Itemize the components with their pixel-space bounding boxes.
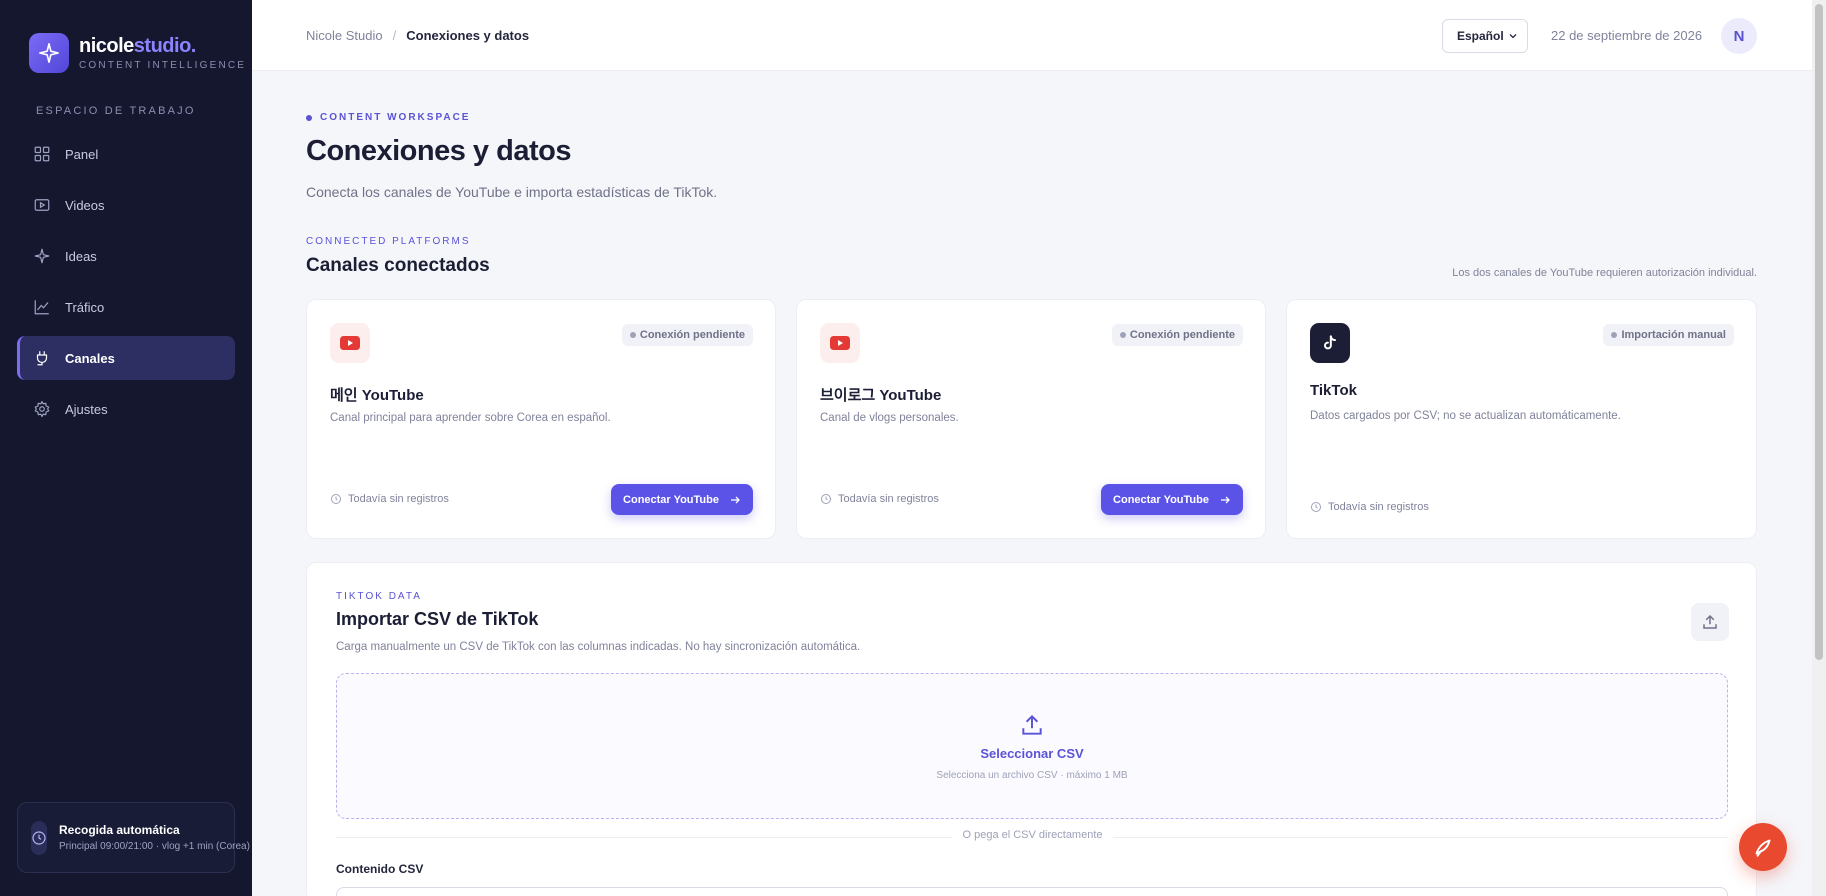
breadcrumb-separator: / (392, 28, 397, 43)
card-description: Canal de vlogs personales. (820, 412, 959, 424)
sparkle-icon (34, 248, 50, 264)
page-subtitle: Conecta los canales de YouTube e importa… (306, 184, 718, 200)
connect-youtube-button[interactable]: Conectar YouTube (611, 484, 753, 515)
sidebar-item-label: Panel (65, 146, 99, 162)
sidebar-item-label: Tráfico (65, 299, 105, 315)
csv-content-textarea[interactable] (336, 887, 1728, 896)
page-title: Conexiones y datos (306, 135, 571, 167)
clock-icon (331, 494, 341, 504)
csv-content-label: Contenido CSV (336, 862, 424, 876)
youtube-icon (820, 323, 860, 363)
current-date: 22 de septiembre de 2026 (1551, 28, 1703, 43)
sidebar-item-label: Videos (65, 197, 105, 213)
grid-icon (34, 146, 50, 162)
dropzone-hint: Selecciona un archivo CSV · máximo 1 MB (936, 770, 1128, 781)
select-csv-label: Seleccionar CSV (980, 746, 1084, 761)
bird-icon (1755, 839, 1771, 857)
card-footer: Todavía sin registros (330, 493, 449, 505)
breadcrumb-current: Conexiones y datos (406, 28, 530, 43)
breadcrumb: Nicole Studio / Conexiones y datos (306, 28, 529, 43)
platform-cards: Conexión pendiente 메인 YouTube Canal prin… (306, 299, 1757, 539)
auto-collect-card: Recogida automática Principal 09:00/21:0… (17, 802, 250, 873)
upload-icon (1022, 714, 1042, 735)
youtube-icon (330, 323, 370, 363)
gear-icon (34, 400, 50, 418)
plug-icon (36, 351, 48, 366)
import-eyebrow: TIKTOK DATA (336, 591, 422, 602)
auto-collect-schedule: Principal 09:00/21:00 · vlog +1 min (Cor… (59, 841, 250, 852)
sidebar-item-label: Ideas (65, 248, 97, 264)
card-footer: Todavía sin registros (820, 493, 939, 505)
assistant-fab-button[interactable] (1739, 823, 1787, 871)
card-title: 브이로그 YouTube (820, 387, 942, 404)
status-badge: Importación manual (1603, 324, 1734, 346)
platforms-eyebrow: CONNECTED PLATFORMS (306, 236, 471, 247)
sidebar-item-videos[interactable]: Videos (17, 183, 235, 227)
breadcrumb-root[interactable]: Nicole Studio (306, 28, 383, 43)
connect-youtube-button[interactable]: Conectar YouTube (1101, 484, 1243, 515)
language-select[interactable]: Español (1442, 19, 1528, 53)
card-description: Datos cargados por CSV; no se actualizan… (1310, 410, 1621, 422)
brand-tagline: CONTENT INTELLIGENCE (79, 60, 247, 71)
divider-label: O pega el CSV directamente (307, 829, 1758, 841)
upload-icon (1703, 614, 1717, 629)
topbar: Nicole Studio / Conexiones y datos Español… (252, 0, 1812, 71)
avatar[interactable]: N (1721, 18, 1757, 54)
sidebar-item-ajustes[interactable]: Ajustes (17, 387, 235, 431)
arrow-right-icon (731, 496, 740, 503)
sparkle-logo-icon (29, 33, 69, 73)
video-icon (34, 199, 50, 211)
status-badge: Conexión pendiente (1111, 324, 1243, 346)
brand[interactable]: nicolestudio. CONTENT INTELLIGENCE (29, 33, 246, 73)
sidebar: nicolestudio. CONTENT INTELLIGENCE ESPAC… (0, 0, 252, 896)
sidebar-item-label: Canales (65, 350, 115, 366)
csv-dropzone[interactable]: Seleccionar CSV Selecciona un archivo CS… (336, 673, 1728, 819)
tiktok-import-panel: TIKTOK DATA Importar CSV de TikTok Carga… (306, 562, 1757, 896)
clock-icon (1311, 502, 1321, 512)
scrollbar-thumb[interactable] (1815, 4, 1823, 660)
workspace-label: ESPACIO DE TRABAJO (36, 105, 196, 117)
arrow-right-icon (1221, 496, 1230, 503)
eyebrow-dot (306, 114, 312, 121)
sidebar-nav: Panel Videos Ideas Tráfico Canales Ajust… (17, 132, 235, 438)
clock-icon (821, 494, 831, 504)
sidebar-item-label: Ajustes (65, 401, 108, 417)
chart-icon (34, 300, 49, 315)
platforms-note: Los dos canales de YouTube requieren aut… (1452, 267, 1757, 279)
card-title: TikTok (1310, 382, 1357, 399)
chevron-down-icon (1509, 34, 1517, 39)
card-footer: Todavía sin registros (1310, 501, 1429, 513)
platforms-title: Canales conectados (306, 255, 490, 276)
platform-card-vlog-youtube: Conexión pendiente 브이로그 YouTube Canal de… (796, 299, 1266, 539)
page-eyebrow: CONTENT WORKSPACE (306, 112, 470, 123)
import-title: Importar CSV de TikTok (336, 609, 539, 629)
import-description: Carga manualmente un CSV de TikTok con l… (336, 641, 861, 653)
platform-card-main-youtube: Conexión pendiente 메인 YouTube Canal prin… (306, 299, 776, 539)
language-value: Español (1457, 29, 1504, 43)
status-badge: Conexión pendiente (621, 324, 753, 346)
platform-card-tiktok: Importación manual TikTok Datos cargados… (1286, 299, 1757, 539)
sidebar-item-panel[interactable]: Panel (17, 132, 235, 176)
card-description: Canal principal para aprender sobre Core… (330, 412, 611, 424)
clock-icon (31, 820, 47, 855)
sidebar-item-ideas[interactable]: Ideas (17, 234, 235, 278)
brand-name: nicolestudio. (79, 35, 196, 57)
upload-button[interactable] (1691, 603, 1729, 641)
card-title: 메인 YouTube (330, 387, 424, 404)
sidebar-item-canales[interactable]: Canales (17, 336, 235, 380)
main-content: CONTENT WORKSPACE Conexiones y datos Con… (252, 72, 1812, 896)
tiktok-icon (1310, 323, 1350, 363)
auto-collect-title: Recogida automática (59, 823, 180, 837)
scrollbar[interactable] (1812, 0, 1826, 896)
sidebar-item-trafico[interactable]: Tráfico (17, 285, 235, 329)
